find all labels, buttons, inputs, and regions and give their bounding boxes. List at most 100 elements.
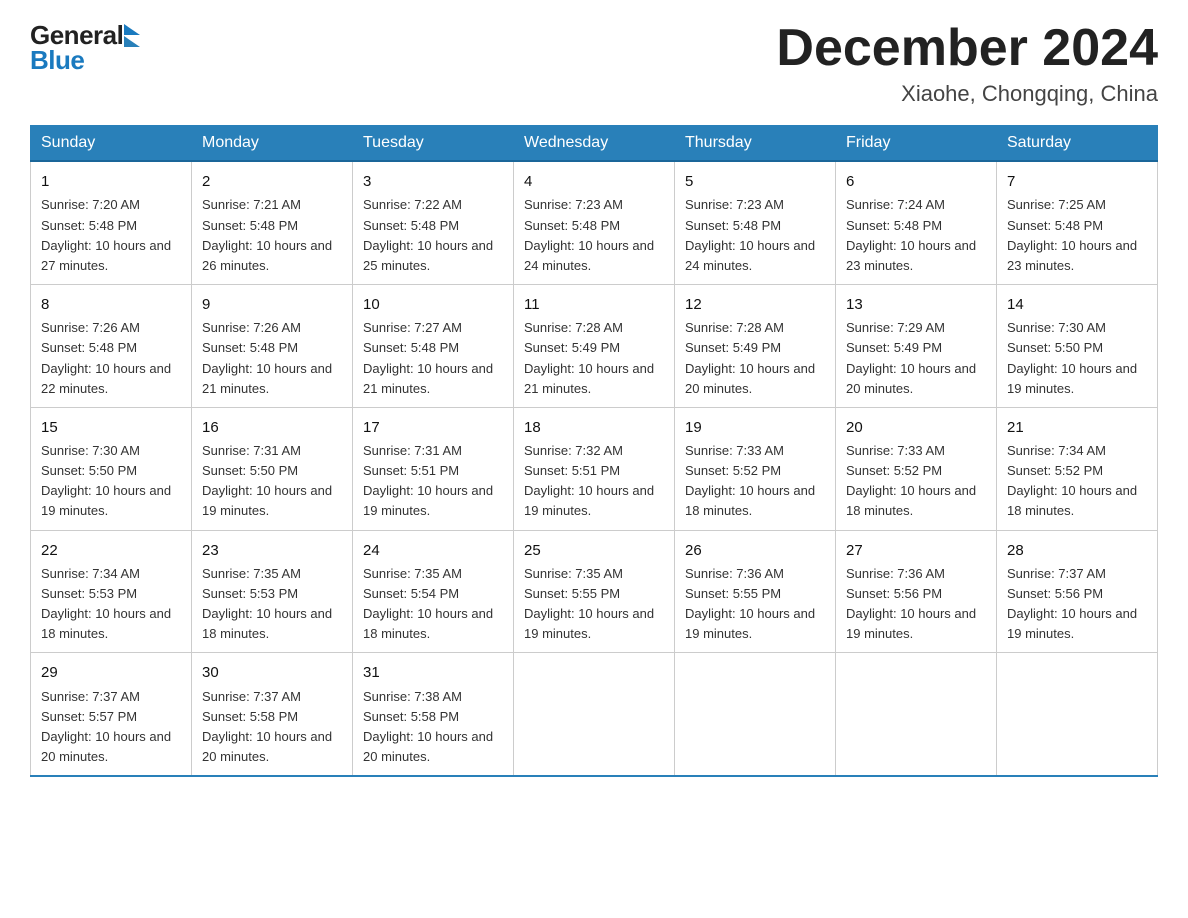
- col-monday: Monday: [192, 126, 353, 162]
- day-info: Sunrise: 7:34 AMSunset: 5:53 PMDaylight:…: [41, 566, 171, 641]
- col-wednesday: Wednesday: [514, 126, 675, 162]
- day-number: 14: [1007, 293, 1147, 316]
- table-row: 8 Sunrise: 7:26 AMSunset: 5:48 PMDayligh…: [31, 285, 192, 408]
- table-row: 3 Sunrise: 7:22 AMSunset: 5:48 PMDayligh…: [353, 161, 514, 284]
- calendar-header-row: Sunday Monday Tuesday Wednesday Thursday…: [31, 126, 1158, 162]
- col-saturday: Saturday: [997, 126, 1158, 162]
- logo: General Blue: [30, 20, 140, 76]
- table-row: 7 Sunrise: 7:25 AMSunset: 5:48 PMDayligh…: [997, 161, 1158, 284]
- day-info: Sunrise: 7:23 AMSunset: 5:48 PMDaylight:…: [685, 197, 815, 272]
- day-number: 27: [846, 539, 986, 562]
- table-row: 24 Sunrise: 7:35 AMSunset: 5:54 PMDaylig…: [353, 530, 514, 653]
- table-row: 10 Sunrise: 7:27 AMSunset: 5:48 PMDaylig…: [353, 285, 514, 408]
- day-info: Sunrise: 7:24 AMSunset: 5:48 PMDaylight:…: [846, 197, 976, 272]
- day-info: Sunrise: 7:35 AMSunset: 5:55 PMDaylight:…: [524, 566, 654, 641]
- day-info: Sunrise: 7:37 AMSunset: 5:58 PMDaylight:…: [202, 689, 332, 764]
- day-info: Sunrise: 7:28 AMSunset: 5:49 PMDaylight:…: [685, 320, 815, 395]
- day-number: 25: [524, 539, 664, 562]
- table-row: 19 Sunrise: 7:33 AMSunset: 5:52 PMDaylig…: [675, 407, 836, 530]
- table-row: 18 Sunrise: 7:32 AMSunset: 5:51 PMDaylig…: [514, 407, 675, 530]
- table-row: 28 Sunrise: 7:37 AMSunset: 5:56 PMDaylig…: [997, 530, 1158, 653]
- table-row: 26 Sunrise: 7:36 AMSunset: 5:55 PMDaylig…: [675, 530, 836, 653]
- calendar-week-row: 29 Sunrise: 7:37 AMSunset: 5:57 PMDaylig…: [31, 653, 1158, 776]
- table-row: 15 Sunrise: 7:30 AMSunset: 5:50 PMDaylig…: [31, 407, 192, 530]
- day-info: Sunrise: 7:32 AMSunset: 5:51 PMDaylight:…: [524, 443, 654, 518]
- day-number: 22: [41, 539, 181, 562]
- day-info: Sunrise: 7:21 AMSunset: 5:48 PMDaylight:…: [202, 197, 332, 272]
- day-info: Sunrise: 7:22 AMSunset: 5:48 PMDaylight:…: [363, 197, 493, 272]
- day-number: 9: [202, 293, 342, 316]
- day-number: 31: [363, 661, 503, 684]
- day-info: Sunrise: 7:26 AMSunset: 5:48 PMDaylight:…: [202, 320, 332, 395]
- day-number: 21: [1007, 416, 1147, 439]
- table-row: 31 Sunrise: 7:38 AMSunset: 5:58 PMDaylig…: [353, 653, 514, 776]
- day-info: Sunrise: 7:29 AMSunset: 5:49 PMDaylight:…: [846, 320, 976, 395]
- day-number: 7: [1007, 170, 1147, 193]
- col-sunday: Sunday: [31, 126, 192, 162]
- calendar-week-row: 15 Sunrise: 7:30 AMSunset: 5:50 PMDaylig…: [31, 407, 1158, 530]
- month-year-title: December 2024: [776, 20, 1158, 77]
- logo-blue-text: Blue: [30, 45, 84, 76]
- location-subtitle: Xiaohe, Chongqing, China: [776, 81, 1158, 107]
- day-info: Sunrise: 7:35 AMSunset: 5:54 PMDaylight:…: [363, 566, 493, 641]
- table-row: 13 Sunrise: 7:29 AMSunset: 5:49 PMDaylig…: [836, 285, 997, 408]
- day-number: 8: [41, 293, 181, 316]
- day-number: 1: [41, 170, 181, 193]
- day-number: 29: [41, 661, 181, 684]
- day-info: Sunrise: 7:37 AMSunset: 5:57 PMDaylight:…: [41, 689, 171, 764]
- table-row: 27 Sunrise: 7:36 AMSunset: 5:56 PMDaylig…: [836, 530, 997, 653]
- day-info: Sunrise: 7:31 AMSunset: 5:50 PMDaylight:…: [202, 443, 332, 518]
- day-info: Sunrise: 7:27 AMSunset: 5:48 PMDaylight:…: [363, 320, 493, 395]
- day-number: 11: [524, 293, 664, 316]
- table-row: 16 Sunrise: 7:31 AMSunset: 5:50 PMDaylig…: [192, 407, 353, 530]
- day-info: Sunrise: 7:35 AMSunset: 5:53 PMDaylight:…: [202, 566, 332, 641]
- day-info: Sunrise: 7:33 AMSunset: 5:52 PMDaylight:…: [685, 443, 815, 518]
- table-row: [836, 653, 997, 776]
- table-row: 20 Sunrise: 7:33 AMSunset: 5:52 PMDaylig…: [836, 407, 997, 530]
- day-number: 16: [202, 416, 342, 439]
- calendar-week-row: 1 Sunrise: 7:20 AMSunset: 5:48 PMDayligh…: [31, 161, 1158, 284]
- calendar-week-row: 22 Sunrise: 7:34 AMSunset: 5:53 PMDaylig…: [31, 530, 1158, 653]
- col-thursday: Thursday: [675, 126, 836, 162]
- day-number: 23: [202, 539, 342, 562]
- day-number: 6: [846, 170, 986, 193]
- table-row: 14 Sunrise: 7:30 AMSunset: 5:50 PMDaylig…: [997, 285, 1158, 408]
- day-info: Sunrise: 7:25 AMSunset: 5:48 PMDaylight:…: [1007, 197, 1137, 272]
- page-header: General Blue December 2024 Xiaohe, Chong…: [30, 20, 1158, 107]
- day-info: Sunrise: 7:28 AMSunset: 5:49 PMDaylight:…: [524, 320, 654, 395]
- table-row: 29 Sunrise: 7:37 AMSunset: 5:57 PMDaylig…: [31, 653, 192, 776]
- title-section: December 2024 Xiaohe, Chongqing, China: [776, 20, 1158, 107]
- col-friday: Friday: [836, 126, 997, 162]
- day-number: 10: [363, 293, 503, 316]
- calendar-table: Sunday Monday Tuesday Wednesday Thursday…: [30, 125, 1158, 777]
- table-row: 21 Sunrise: 7:34 AMSunset: 5:52 PMDaylig…: [997, 407, 1158, 530]
- day-info: Sunrise: 7:33 AMSunset: 5:52 PMDaylight:…: [846, 443, 976, 518]
- day-number: 19: [685, 416, 825, 439]
- day-info: Sunrise: 7:31 AMSunset: 5:51 PMDaylight:…: [363, 443, 493, 518]
- day-number: 3: [363, 170, 503, 193]
- day-number: 15: [41, 416, 181, 439]
- day-info: Sunrise: 7:38 AMSunset: 5:58 PMDaylight:…: [363, 689, 493, 764]
- day-number: 13: [846, 293, 986, 316]
- table-row: 22 Sunrise: 7:34 AMSunset: 5:53 PMDaylig…: [31, 530, 192, 653]
- table-row: [514, 653, 675, 776]
- day-info: Sunrise: 7:36 AMSunset: 5:56 PMDaylight:…: [846, 566, 976, 641]
- day-info: Sunrise: 7:36 AMSunset: 5:55 PMDaylight:…: [685, 566, 815, 641]
- col-tuesday: Tuesday: [353, 126, 514, 162]
- table-row: 23 Sunrise: 7:35 AMSunset: 5:53 PMDaylig…: [192, 530, 353, 653]
- table-row: 30 Sunrise: 7:37 AMSunset: 5:58 PMDaylig…: [192, 653, 353, 776]
- day-number: 18: [524, 416, 664, 439]
- table-row: 25 Sunrise: 7:35 AMSunset: 5:55 PMDaylig…: [514, 530, 675, 653]
- day-info: Sunrise: 7:30 AMSunset: 5:50 PMDaylight:…: [41, 443, 171, 518]
- day-number: 30: [202, 661, 342, 684]
- table-row: 4 Sunrise: 7:23 AMSunset: 5:48 PMDayligh…: [514, 161, 675, 284]
- day-number: 2: [202, 170, 342, 193]
- table-row: 9 Sunrise: 7:26 AMSunset: 5:48 PMDayligh…: [192, 285, 353, 408]
- day-number: 20: [846, 416, 986, 439]
- day-info: Sunrise: 7:26 AMSunset: 5:48 PMDaylight:…: [41, 320, 171, 395]
- calendar-week-row: 8 Sunrise: 7:26 AMSunset: 5:48 PMDayligh…: [31, 285, 1158, 408]
- day-info: Sunrise: 7:37 AMSunset: 5:56 PMDaylight:…: [1007, 566, 1137, 641]
- table-row: 11 Sunrise: 7:28 AMSunset: 5:49 PMDaylig…: [514, 285, 675, 408]
- day-number: 24: [363, 539, 503, 562]
- day-number: 4: [524, 170, 664, 193]
